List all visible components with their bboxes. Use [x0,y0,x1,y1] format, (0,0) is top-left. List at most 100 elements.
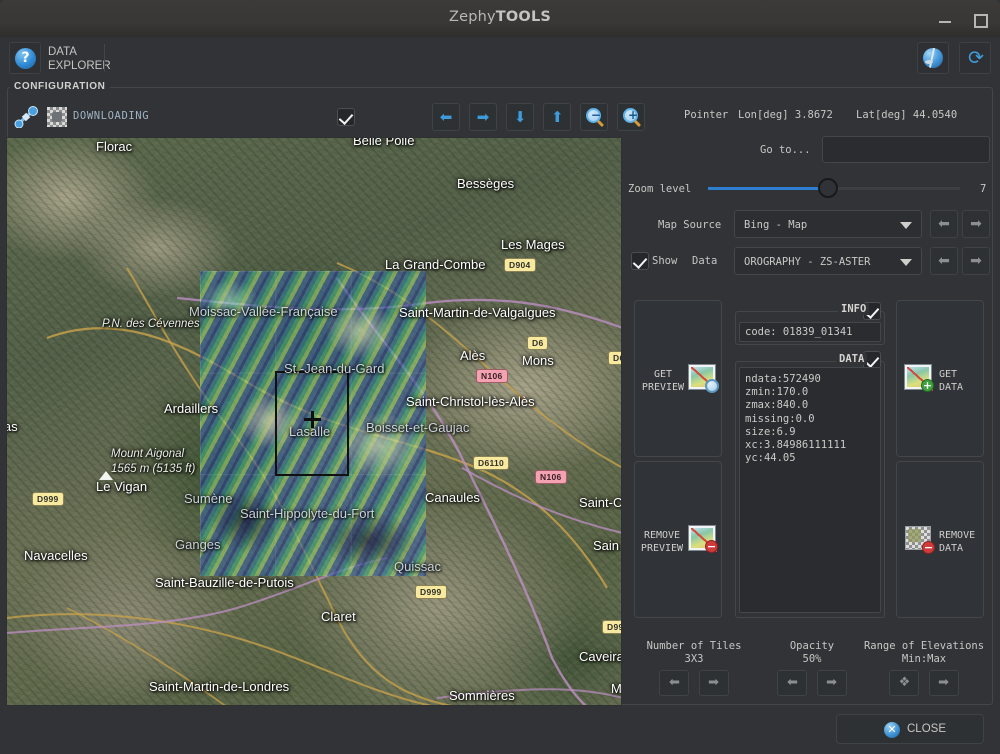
number-of-tiles-value: 3X3 [684,653,704,665]
road-shield: D6 [608,351,621,365]
get-preview-panel[interactable]: GET PREVIEW [634,300,722,457]
close-button-label: CLOSE [907,723,946,735]
checker-image-icon: − [905,526,935,554]
remove-preview-label: REMOVE PREVIEW [640,530,684,554]
pointer-checkbox[interactable] [337,108,355,126]
help-button[interactable]: ? [9,42,41,74]
zoom-out-button[interactable]: − [580,103,609,131]
pan-down-button[interactable]: ⬇ [506,103,535,131]
range-reset-button[interactable]: ❖ [889,670,920,696]
module-title: DATA EXPLORER [48,45,111,73]
maximize-icon[interactable] [970,10,988,28]
road-shield: D904 [504,258,536,272]
preview-image-icon [689,365,719,393]
transparent-checker-icon [47,107,67,127]
road-shield: N106 [535,470,567,484]
arrow-left-icon: ⬅ [787,675,798,690]
arrow-right-icon: ➡ [938,675,949,690]
map-source-value: Bing - Map [744,219,808,231]
road-shield: D999 [602,620,621,634]
download-status-label: DOWNLOADING [73,110,150,122]
slider-handle[interactable] [818,178,838,198]
arrow-right-icon: ➡ [476,108,490,126]
range-of-elevations-group: Range of Elevations Min:Max ❖ ➡ [858,640,990,700]
slider-filled-track [708,187,826,190]
number-of-tiles-group: Number of Tiles 3X3 ⬅ ➡ [632,640,756,700]
data-source-next-button[interactable]: ➡ [962,247,990,275]
goto-input[interactable] [822,136,990,163]
map-viewport[interactable]: P.N. des Cévennes Mount Aigonal 1565 m (… [6,137,622,706]
header-divider [104,44,105,72]
arrow-left-icon: ⬅ [938,216,950,232]
range-title: Range of Elevations [863,640,985,652]
map-source-prev-button[interactable]: ⬅ [930,210,958,238]
road-shield: D999 [415,585,447,599]
data-source-select[interactable]: OROGRAPHY - ZS-ASTER [734,247,922,275]
get-data-panel[interactable]: + GET DATA [896,300,984,457]
opacity-group: Opacity 50% ⬅ ➡ [768,640,856,700]
road-shield: N106 [476,369,508,383]
tiles-increase-button[interactable]: ➡ [698,670,729,696]
show-label: Show [652,255,678,267]
pointer-lat-value: Lat[deg] 44.0540 [856,109,958,121]
mountain-peak-marker [99,471,113,480]
remove-data-label: REMOVE DATA [939,530,976,554]
range-icon: ❖ [898,675,911,690]
arrow-right-icon: ➡ [970,253,982,269]
number-of-tiles-title: Number of Tiles [646,640,742,652]
title-bar: ZephyTOOLS [0,0,1000,37]
zoom-level-value: 7 [980,183,987,195]
pan-right-button[interactable]: ➡ [469,103,498,131]
info-code-field[interactable]: code: 01839_01341 [739,322,881,342]
window-title-light: Zephy [448,9,496,25]
map-crosshair [304,411,321,428]
arrow-down-icon: ⬇ [513,108,527,126]
pan-up-button[interactable]: ⬆ [543,103,572,131]
minimize-icon[interactable] [936,10,954,28]
arrow-up-icon: ⬆ [550,108,564,126]
globe-button[interactable] [916,42,949,74]
data-statistics-field[interactable]: ndata:572490 zmin:170.0 zmax:840.0 missi… [739,367,881,613]
arrow-right-icon: ➡ [826,675,837,690]
pointer-label: Pointer [684,109,729,121]
opacity-increase-button[interactable]: ➡ [816,670,847,696]
module-title-line1: DATA [48,46,77,58]
data-legend: DATA [836,353,868,365]
arrow-right-icon: ➡ [970,216,982,232]
show-data-checkbox[interactable] [631,252,649,270]
road-shield: D999 [32,492,64,506]
arrow-left-icon: ⬅ [938,253,950,269]
tiles-decrease-button[interactable]: ⬅ [659,670,690,696]
app-header: ? DATA EXPLORER ⟳ [0,37,1000,80]
range-value: Min:Max [901,653,947,665]
map-source-next-button[interactable]: ➡ [962,210,990,238]
module-title-line2: EXPLORER [48,60,111,72]
road-shield: D6110 [473,456,510,470]
opacity-decrease-button[interactable]: ⬅ [777,670,808,696]
slider-empty-track [826,187,960,190]
plus-badge-icon: + [921,379,934,392]
map-source-select[interactable]: Bing - Map [734,210,922,238]
pan-left-button[interactable]: ⬅ [432,103,460,131]
remove-data-panel[interactable]: − REMOVE DATA [896,461,984,618]
header-icon-group: ⟳ [912,42,991,74]
preview-image-icon: − [689,526,718,553]
arrow-right-icon: ➡ [708,675,719,690]
minus-badge-icon: − [705,540,718,553]
opacity-value: 50% [802,653,822,665]
globe-icon [922,48,943,68]
close-x-icon: ✕ [884,722,900,738]
range-next-button[interactable]: ➡ [928,670,959,696]
remove-preview-panel[interactable]: REMOVE PREVIEW − [634,461,722,618]
pointer-lon-value: Lon[deg] 3.8672 [738,109,833,121]
refresh-button[interactable]: ⟳ [959,42,991,74]
close-button[interactable]: ✕ CLOSE [836,714,984,744]
zoom-level-slider[interactable] [708,178,960,198]
chevron-down-icon [900,222,912,229]
goto-label: Go to... [760,144,811,156]
zoom-level-label: Zoom level [628,183,692,195]
info-legend: INFO [838,303,870,315]
data-source-value: OROGRAPHY - ZS-ASTER [744,256,871,268]
data-source-prev-button[interactable]: ⬅ [930,247,958,275]
application-window: ZephyTOOLS ? DATA EXPLORER ⟳ CONFIGURATI… [0,0,1000,754]
